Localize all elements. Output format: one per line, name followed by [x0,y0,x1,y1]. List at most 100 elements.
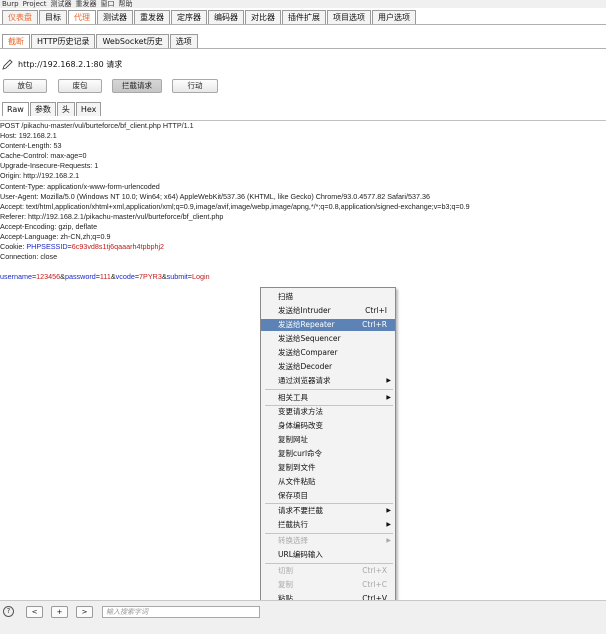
context-menu-item[interactable]: 复制curl命令 [261,448,395,460]
context-menu-item[interactable]: 变更请求方法 [261,406,395,418]
message-view-tabs: Raw 参数头 Hex [2,102,102,116]
proxy-tab-3[interactable]: 选项 [169,34,198,48]
menu-item-5[interactable]: 帮助 [119,0,133,8]
menu-item-label: 发送给Comparer [278,348,338,357]
menu-item-label: 复制网址 [278,435,308,444]
help-icon[interactable]: ? [3,606,14,617]
proxy-subtabs-divider [0,48,606,49]
context-menu-item[interactable]: 发送给Comparer [261,347,395,359]
pencil-icon[interactable] [2,58,14,70]
tool-tab-1[interactable]: 目标 [39,10,67,24]
menu-item-3[interactable]: 重发器 [76,0,97,8]
request-body: username=123456&password=111&vcode=7PYR3… [0,272,606,282]
previous-button[interactable]: < [26,606,43,618]
submenu-arrow-icon: ▶ [386,521,391,528]
request-url-bar: http://192.168.2.1:80 请求 [2,57,122,71]
menu-item-0[interactable]: Burp [2,0,19,8]
menu-item-label: URL编码输入 [278,550,323,559]
menu-item-label: 扫描 [278,292,293,301]
cookie-prefix: Cookie: [0,242,27,252]
menu-shortcut: Ctrl+X [362,566,387,575]
request-line: Accept: text/html,application/xhtml+xml,… [0,201,470,211]
tool-tab-0[interactable]: 仪表盘 [2,10,38,24]
tool-tab-4[interactable]: 重发器 [134,10,170,24]
drop-button[interactable]: 废包 [58,79,102,93]
param-name: username [0,272,32,282]
request-line: Accept-Encoding: gzip, deflate [0,221,98,231]
menu-item-4[interactable]: 窗口 [101,0,115,8]
next-button[interactable]: > [76,606,93,618]
context-menu-item[interactable]: 拦截执行 ▶ [261,519,395,531]
context-menu-item[interactable]: 请求不要拦截 ▶ [261,505,395,517]
tool-tab-7[interactable]: 对比器 [245,10,281,24]
tool-tabs-divider [0,24,606,25]
param-value: 111 [99,272,111,282]
menu-divider [265,389,393,390]
menu-shortcut: Ctrl+C [362,580,387,589]
context-menu-item[interactable]: 扫描 [261,291,395,303]
context-menu-item[interactable]: 发送给Decoder [261,361,395,373]
request-line: Accept-Language: zh-CN,zh;q=0.9 [0,232,111,242]
context-menu-item: 转换选择 ▶ [261,535,395,547]
context-menu-item[interactable]: 发送给Intruder Ctrl+I [261,305,395,317]
request-line: Upgrade-Insecure-Requests: 1 [0,161,99,171]
action-button[interactable]: 行动 [172,79,218,93]
cookie-line: Cookie: PHPSESSID=6c93vd8s1tj6qaaarh4tpb… [0,242,606,252]
menu-item-2[interactable]: 测试器 [51,0,72,8]
context-menu-item[interactable]: 发送给Sequencer [261,333,395,345]
add-button[interactable]: + [51,606,68,618]
submenu-arrow-icon: ▶ [386,507,391,514]
context-menu-item[interactable]: 相关工具 ▶ [261,392,395,404]
tool-tab-10[interactable]: 用户选项 [372,10,416,24]
menu-item-label: 发送给Decoder [278,362,333,371]
menu-item-1[interactable]: Project [23,0,47,8]
param-value: 123456 [36,272,61,282]
view-tab-3[interactable]: Hex [75,102,102,116]
tool-tab-2[interactable]: 代理 [68,10,96,24]
menu-item-label: 通过浏览器请求 [278,376,331,385]
param-value: Login [192,272,210,282]
menu-shortcut: Ctrl+R [362,320,387,329]
request-url: http://192.168.2.1:80 请求 [18,59,123,69]
forward-button[interactable]: 放包 [3,79,47,93]
menu-item-label: 复制curl命令 [278,449,323,458]
search-input[interactable]: 输入搜索字词 [102,606,260,618]
context-menu-item[interactable]: 通过浏览器请求 ▶ [261,375,395,387]
context-menu: 扫描发送给Intruder Ctrl+I 发送给Repeater Ctrl+R 发送给S… [260,287,396,633]
view-tab-2[interactable]: 头 [56,102,75,116]
request-line: Connection: close [0,252,58,262]
proxy-tab-1[interactable]: HTTP历史记录 [31,34,96,48]
menu-item-label: 转换选择 [278,536,308,545]
context-menu-item[interactable]: 复制到文件 [261,462,395,474]
cookie-name: PHPSESSID [26,242,68,252]
tool-tab-9[interactable]: 项目选项 [327,10,371,24]
tool-tab-3[interactable]: 测试器 [97,10,133,24]
context-menu-item[interactable]: 复制网址 [261,434,395,446]
menu-item-label: 相关工具 [278,393,308,402]
proxy-tab-0[interactable]: 截断 [2,34,30,48]
menu-item-label: 保存项目 [278,491,308,500]
proxy-tab-2[interactable]: WebSocket历史 [96,34,169,48]
view-tab-0[interactable]: Raw [2,102,29,116]
request-line: Cache-Control: max-age=0 [0,151,87,161]
menu-divider [265,563,393,564]
cookie-value: 6c93vd8s1tj6qaaarh4tpbphj2 [71,242,165,252]
request-line: Referer: http://192.168.2.1/pikachu-mast… [0,211,224,221]
tool-tab-6[interactable]: 编码器 [208,10,244,24]
param-value: 7PYR3 [139,272,162,282]
context-menu-item[interactable]: 从文件粘贴 [261,476,395,488]
context-menu-item[interactable]: 发送给Repeater Ctrl+R [261,319,395,331]
tool-tab-8[interactable]: 插件扩展 [282,10,326,24]
tool-tab-5[interactable]: 定序器 [171,10,207,24]
context-menu-item[interactable]: URL编码输入 [261,549,395,561]
menu-bar: Burp Project 测试器 重发器 窗口 帮助 [0,0,606,8]
view-tab-1[interactable]: 参数 [29,102,56,116]
context-menu-item[interactable]: 保存项目 [261,490,395,502]
search-bar: ? < + > 输入搜索字词 [0,600,606,634]
submenu-arrow-icon: ▶ [386,377,391,384]
menu-item-label: 身体编码改变 [278,421,323,430]
context-menu-item[interactable]: 身体编码改变 [261,420,395,432]
intercept-toggle-button[interactable]: 拦截请求 [112,79,162,93]
menu-item-label: 拦截执行 [278,520,308,529]
